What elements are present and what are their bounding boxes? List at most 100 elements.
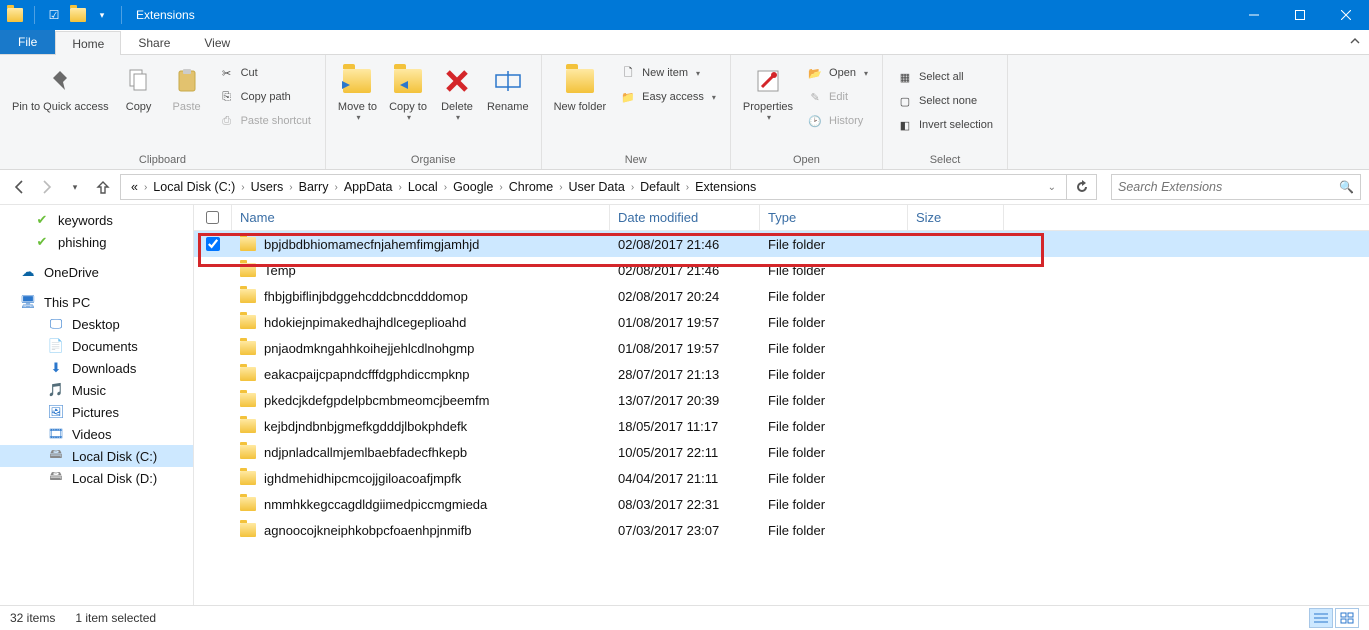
name-header[interactable]: Name xyxy=(232,205,610,230)
copy-path-button[interactable]: ⎘Copy path xyxy=(215,87,315,107)
breadcrumb-item[interactable]: Extensions xyxy=(689,180,762,194)
nav-keywords[interactable]: ✔keywords xyxy=(0,209,193,231)
file-row[interactable]: agnoocojkneiphkobpcfoaenhpjnmifb07/03/20… xyxy=(194,517,1369,543)
paste-button[interactable]: Paste xyxy=(163,59,211,115)
invert-selection-button[interactable]: ◧Invert selection xyxy=(893,115,997,135)
new-folder-button[interactable]: New folder xyxy=(548,59,613,116)
nav-pictures[interactable]: 🖼Pictures xyxy=(0,401,193,423)
file-row[interactable]: ighdmehidhipcmcojjgiloacoafjmpfk04/04/20… xyxy=(194,465,1369,491)
breadcrumb-item[interactable]: Chrome xyxy=(503,180,559,194)
view-tab[interactable]: View xyxy=(187,30,247,54)
large-icons-view-button[interactable] xyxy=(1335,608,1359,628)
minimize-button[interactable] xyxy=(1231,0,1277,30)
qat-dropdown-icon[interactable]: ▾ xyxy=(93,6,111,24)
search-box[interactable]: 🔍 xyxy=(1111,174,1361,200)
file-list[interactable]: Name Date modified Type Size bpjdbdbhiom… xyxy=(194,205,1369,605)
collapse-ribbon-button[interactable] xyxy=(1341,30,1369,54)
edit-button[interactable]: ✎Edit xyxy=(803,87,872,107)
new-item-button[interactable]: 🗋New item▾ xyxy=(616,63,720,83)
nav-localdisk-d[interactable]: 🖴Local Disk (D:) xyxy=(0,467,193,489)
checkbox-header[interactable] xyxy=(194,205,232,230)
breadcrumb-item[interactable]: Local Disk (C:) xyxy=(147,180,241,194)
cut-button[interactable]: ✂Cut xyxy=(215,63,315,83)
pin-quick-access-button[interactable]: Pin to Quick access xyxy=(6,59,115,116)
nav-desktop[interactable]: 🖵Desktop xyxy=(0,313,193,335)
move-to-button[interactable]: Move to▾ xyxy=(332,59,383,124)
delete-button[interactable]: Delete▾ xyxy=(433,59,481,124)
select-all-checkbox[interactable] xyxy=(206,211,219,224)
close-button[interactable] xyxy=(1323,0,1369,30)
file-row[interactable]: eakacpaijcpapndcfffdgphdiccmpknp28/07/20… xyxy=(194,361,1369,387)
qat-newfolder-icon[interactable] xyxy=(69,6,87,24)
date-header[interactable]: Date modified xyxy=(610,205,760,230)
title-bar: ☑ ▾ Extensions xyxy=(0,0,1369,30)
file-row[interactable]: pkedcjkdefgpdelpbcmbmeomcjbeemfm13/07/20… xyxy=(194,387,1369,413)
paste-shortcut-button[interactable]: ⎙Paste shortcut xyxy=(215,111,315,131)
breadcrumb-item[interactable]: AppData xyxy=(338,180,399,194)
up-button[interactable] xyxy=(92,176,114,198)
nav-localdisk-c[interactable]: 🖴Local Disk (C:) xyxy=(0,445,193,467)
nav-videos[interactable]: 🎞Videos xyxy=(0,423,193,445)
row-checkbox[interactable] xyxy=(206,237,220,251)
search-input[interactable] xyxy=(1118,180,1339,194)
navigation-pane[interactable]: ✔keywords ✔phishing ☁OneDrive 🖥This PC 🖵… xyxy=(0,205,194,605)
breadcrumb-item[interactable]: Barry xyxy=(293,180,335,194)
breadcrumb-item[interactable]: Users xyxy=(245,180,290,194)
breadcrumb-item[interactable]: Default xyxy=(634,180,686,194)
file-size xyxy=(908,517,1004,543)
forward-button[interactable] xyxy=(36,176,58,198)
file-row[interactable]: ndjpnladcallmjemlbaebfadecfhkepb10/05/20… xyxy=(194,439,1369,465)
nav-documents[interactable]: 📄Documents xyxy=(0,335,193,357)
properties-icon xyxy=(752,65,784,97)
breadcrumb-item[interactable]: Local xyxy=(402,180,444,194)
select-all-button[interactable]: ▦Select all xyxy=(893,67,997,87)
breadcrumb-dropdown[interactable]: ⌄ xyxy=(1042,182,1062,193)
nav-phishing[interactable]: ✔phishing xyxy=(0,231,193,253)
copy-button[interactable]: Copy xyxy=(115,59,163,115)
size-header[interactable]: Size xyxy=(908,205,1004,230)
nav-downloads[interactable]: ⬇Downloads xyxy=(0,357,193,379)
file-date: 08/03/2017 22:31 xyxy=(610,491,760,517)
rename-button[interactable]: Rename xyxy=(481,59,535,115)
breadcrumb-item[interactable]: Google xyxy=(447,180,499,194)
easy-access-button[interactable]: 📁Easy access▾ xyxy=(616,87,720,107)
home-tab[interactable]: Home xyxy=(55,31,121,55)
file-name: pnjaodmkngahhkoihejjehlcdlnohgmp xyxy=(264,341,474,356)
file-row[interactable]: nmmhkkegccagdldgiimedpiccmgmieda08/03/20… xyxy=(194,491,1369,517)
favorite-icon: ✔ xyxy=(34,212,50,228)
quick-access-toolbar: ☑ ▾ xyxy=(0,6,126,24)
thispc-icon: 🖥 xyxy=(20,294,36,310)
file-row[interactable]: Temp02/08/2017 21:46File folder xyxy=(194,257,1369,283)
nav-thispc[interactable]: 🖥This PC xyxy=(0,291,193,313)
breadcrumb[interactable]: «› Local Disk (C:)› Users› Barry› AppDat… xyxy=(120,174,1067,200)
delete-icon xyxy=(441,65,473,97)
file-row[interactable]: bpjdbdbhiomamecfnjahemfimgjamhjd02/08/20… xyxy=(194,231,1369,257)
nav-onedrive[interactable]: ☁OneDrive xyxy=(0,261,193,283)
history-button[interactable]: 🕑History xyxy=(803,111,872,131)
select-none-button[interactable]: ▢Select none xyxy=(893,91,997,111)
file-row[interactable]: hdokiejnpimakedhajhdlcegeplioahd01/08/20… xyxy=(194,309,1369,335)
maximize-button[interactable] xyxy=(1277,0,1323,30)
file-row[interactable]: kejbdjndbnbjgmefkgdddjlbokphdefk18/05/20… xyxy=(194,413,1369,439)
share-tab[interactable]: Share xyxy=(121,30,187,54)
file-row[interactable]: pnjaodmkngahhkoihejjehlcdlnohgmp01/08/20… xyxy=(194,335,1369,361)
copy-to-button[interactable]: Copy to▾ xyxy=(383,59,433,124)
recent-locations-button[interactable]: ▾ xyxy=(64,176,86,198)
qat-properties-icon[interactable]: ☑ xyxy=(45,6,63,24)
file-size xyxy=(908,361,1004,387)
open-button[interactable]: 📂Open▾ xyxy=(803,63,872,83)
breadcrumb-item[interactable]: User Data xyxy=(563,180,631,194)
back-button[interactable] xyxy=(8,176,30,198)
nav-music[interactable]: 🎵Music xyxy=(0,379,193,401)
type-header[interactable]: Type xyxy=(760,205,908,230)
file-row[interactable]: fhbjgbiflinjbdggehcddcbncdddomop02/08/20… xyxy=(194,283,1369,309)
refresh-button[interactable] xyxy=(1067,174,1097,200)
new-folder-icon xyxy=(564,65,596,97)
breadcrumb-overflow[interactable]: « xyxy=(125,180,144,194)
folder-icon xyxy=(240,315,256,329)
file-tab[interactable]: File xyxy=(0,30,55,54)
details-view-button[interactable] xyxy=(1309,608,1333,628)
file-size xyxy=(908,387,1004,413)
paste-icon xyxy=(171,65,203,97)
properties-button[interactable]: Properties▾ xyxy=(737,59,799,124)
